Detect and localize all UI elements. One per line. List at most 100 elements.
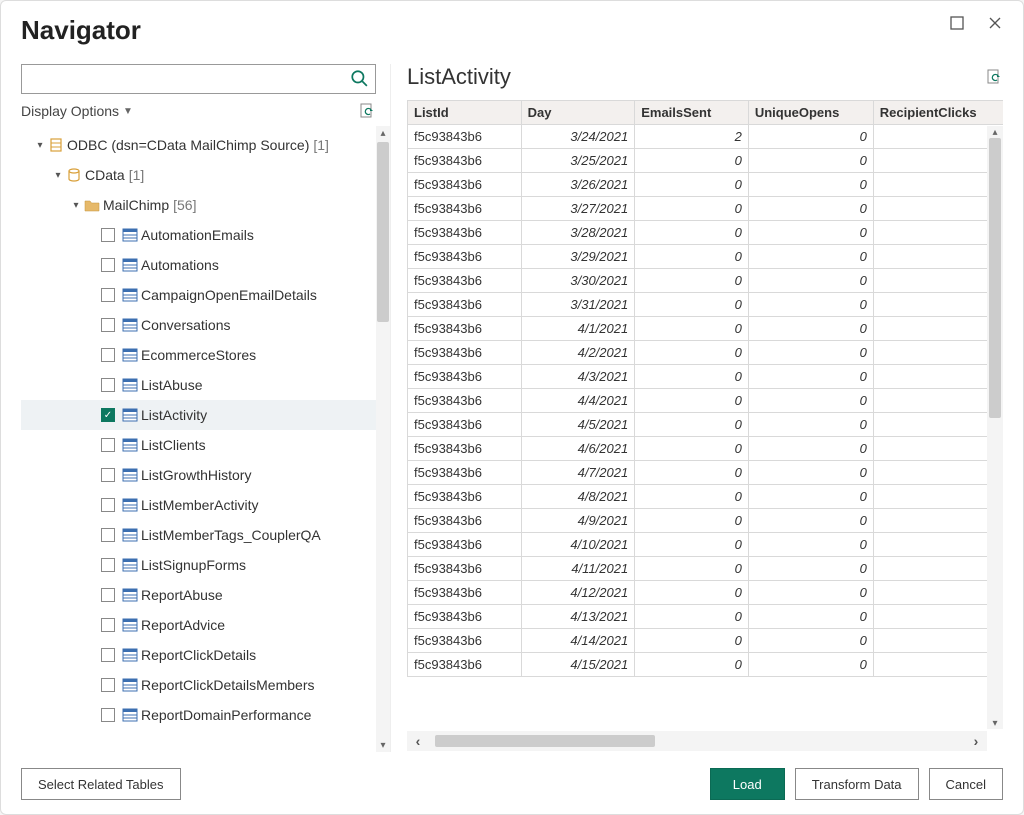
tree-checkbox[interactable] (101, 378, 115, 392)
table-row[interactable]: f5c93843b64/7/2021000 (408, 461, 1004, 485)
scroll-down-arrow-icon[interactable]: ▾ (376, 738, 390, 752)
close-icon[interactable] (987, 15, 1003, 36)
tree-checkbox[interactable] (101, 228, 115, 242)
scroll-down-arrow-icon[interactable]: ▾ (987, 717, 1003, 729)
tree-table-reportdomainperformance[interactable]: ReportDomainPerformance (21, 700, 390, 730)
tree-table-automationemails[interactable]: AutomationEmails (21, 220, 390, 250)
cell-listid: f5c93843b6 (408, 413, 522, 437)
table-row[interactable]: f5c93843b64/11/2021000 (408, 557, 1004, 581)
tree-table-reportabuse[interactable]: ReportAbuse (21, 580, 390, 610)
cell-uniqueopens: 0 (748, 341, 873, 365)
tree-table-listactivity[interactable]: ✓ListActivity (21, 400, 390, 430)
tree-table-reportclickdetailsmembers[interactable]: ReportClickDetailsMembers (21, 670, 390, 700)
table-row[interactable]: f5c93843b63/28/2021000 (408, 221, 1004, 245)
table-row[interactable]: f5c93843b64/4/2021000 (408, 389, 1004, 413)
tree-checkbox[interactable] (101, 618, 115, 632)
scroll-thumb[interactable] (377, 142, 389, 322)
expand-toggle-icon[interactable]: ▾ (33, 140, 47, 151)
tree-checkbox[interactable] (101, 288, 115, 302)
expand-toggle-icon[interactable]: ▾ (51, 170, 65, 181)
table-row[interactable]: f5c93843b64/15/2021000 (408, 653, 1004, 677)
tree-checkbox[interactable] (101, 258, 115, 272)
table-row[interactable]: f5c93843b64/1/2021000 (408, 317, 1004, 341)
table-row[interactable]: f5c93843b63/27/2021000 (408, 197, 1004, 221)
table-row[interactable]: f5c93843b64/12/2021000 (408, 581, 1004, 605)
tree-schema-cdata[interactable]: ▾CData[1] (21, 160, 390, 190)
load-button[interactable]: Load (710, 768, 785, 800)
table-row[interactable]: f5c93843b64/6/2021000 (408, 437, 1004, 461)
refresh-icon[interactable] (358, 102, 376, 120)
cell-listid: f5c93843b6 (408, 629, 522, 653)
cell-uniqueopens: 0 (748, 365, 873, 389)
scroll-thumb[interactable] (989, 138, 1001, 418)
tree-vertical-scrollbar[interactable]: ▴ ▾ (376, 126, 390, 752)
tree-table-reportclickdetails[interactable]: ReportClickDetails (21, 640, 390, 670)
maximize-icon[interactable] (949, 15, 965, 36)
tree-folder-mailchimp[interactable]: ▾MailChimp[56] (21, 190, 390, 220)
scroll-right-arrow-icon[interactable]: › (965, 733, 987, 749)
table-row[interactable]: f5c93843b63/29/2021000 (408, 245, 1004, 269)
table-vertical-scrollbar[interactable]: ▴ ▾ (987, 126, 1003, 729)
column-header-listid[interactable]: ListId (408, 101, 522, 125)
cancel-button[interactable]: Cancel (929, 768, 1003, 800)
table-row[interactable]: f5c93843b64/2/2021000 (408, 341, 1004, 365)
tree-table-listmemberactivity[interactable]: ListMemberActivity (21, 490, 390, 520)
tree-checkbox[interactable] (101, 348, 115, 362)
tree-table-ecommercestores[interactable]: EcommerceStores (21, 340, 390, 370)
table-row[interactable]: f5c93843b64/3/2021000 (408, 365, 1004, 389)
tree-table-listsignupforms[interactable]: ListSignupForms (21, 550, 390, 580)
tree-table-reportadvice[interactable]: ReportAdvice (21, 610, 390, 640)
scroll-track[interactable] (429, 735, 965, 747)
table-row[interactable]: f5c93843b64/5/2021000 (408, 413, 1004, 437)
table-icon (83, 198, 101, 212)
tree-checkbox[interactable] (101, 438, 115, 452)
column-header-emailssent[interactable]: EmailsSent (635, 101, 749, 125)
table-row[interactable]: f5c93843b63/26/2021000 (408, 173, 1004, 197)
scroll-left-arrow-icon[interactable]: ‹ (407, 733, 429, 749)
tree-table-listclients[interactable]: ListClients (21, 430, 390, 460)
tree-checkbox[interactable] (101, 468, 115, 482)
preview-refresh-icon[interactable] (985, 68, 1003, 86)
table-row[interactable]: f5c93843b63/31/2021000 (408, 293, 1004, 317)
scroll-up-arrow-icon[interactable]: ▴ (376, 126, 390, 140)
tree-root-odbc[interactable]: ▾ODBC (dsn=CData MailChimp Source)[1] (21, 130, 390, 160)
scroll-up-arrow-icon[interactable]: ▴ (987, 126, 1003, 138)
table-row[interactable]: f5c93843b64/9/2021000 (408, 509, 1004, 533)
table-horizontal-scrollbar[interactable]: ‹ › (407, 731, 987, 751)
tree-table-listgrowthhistory[interactable]: ListGrowthHistory (21, 460, 390, 490)
tree-checkbox[interactable] (101, 318, 115, 332)
tree-table-listabuse[interactable]: ListAbuse (21, 370, 390, 400)
transform-data-button[interactable]: Transform Data (795, 768, 919, 800)
column-header-day[interactable]: Day (521, 101, 635, 125)
column-header-uniqueopens[interactable]: UniqueOpens (748, 101, 873, 125)
scroll-thumb[interactable] (435, 735, 655, 747)
cell-uniqueopens: 0 (748, 437, 873, 461)
select-related-tables-button[interactable]: Select Related Tables (21, 768, 181, 800)
tree-table-conversations[interactable]: Conversations (21, 310, 390, 340)
tree-checkbox[interactable] (101, 498, 115, 512)
tree-checkbox[interactable] (101, 528, 115, 542)
column-header-recipientclicks[interactable]: RecipientClicks (873, 101, 1003, 125)
table-row[interactable]: f5c93843b64/14/2021000 (408, 629, 1004, 653)
display-options-dropdown[interactable]: Display Options ▼ (21, 103, 358, 119)
table-row[interactable]: f5c93843b63/25/2021000 (408, 149, 1004, 173)
tree-checkbox[interactable]: ✓ (101, 408, 115, 422)
tree-checkbox[interactable] (101, 648, 115, 662)
cell-recipientclicks (873, 461, 1003, 485)
search-input[interactable] (21, 64, 376, 94)
tree-table-campaignopenemaildetails[interactable]: CampaignOpenEmailDetails (21, 280, 390, 310)
tree-checkbox[interactable] (101, 678, 115, 692)
table-row[interactable]: f5c93843b64/8/2021000 (408, 485, 1004, 509)
table-row[interactable]: f5c93843b64/10/2021000 (408, 533, 1004, 557)
tree-checkbox[interactable] (101, 708, 115, 722)
cell-day: 4/13/2021 (521, 605, 635, 629)
tree-checkbox[interactable] (101, 588, 115, 602)
table-row[interactable]: f5c93843b64/13/2021000 (408, 605, 1004, 629)
expand-toggle-icon[interactable]: ▾ (69, 200, 83, 211)
table-row[interactable]: f5c93843b63/30/2021000 (408, 269, 1004, 293)
table-row[interactable]: f5c93843b63/24/2021200 (408, 125, 1004, 149)
tree-table-automations[interactable]: Automations (21, 250, 390, 280)
tree-table-listmembertags_couplerqa[interactable]: ListMemberTags_CouplerQA (21, 520, 390, 550)
cell-day: 3/29/2021 (521, 245, 635, 269)
tree-checkbox[interactable] (101, 558, 115, 572)
